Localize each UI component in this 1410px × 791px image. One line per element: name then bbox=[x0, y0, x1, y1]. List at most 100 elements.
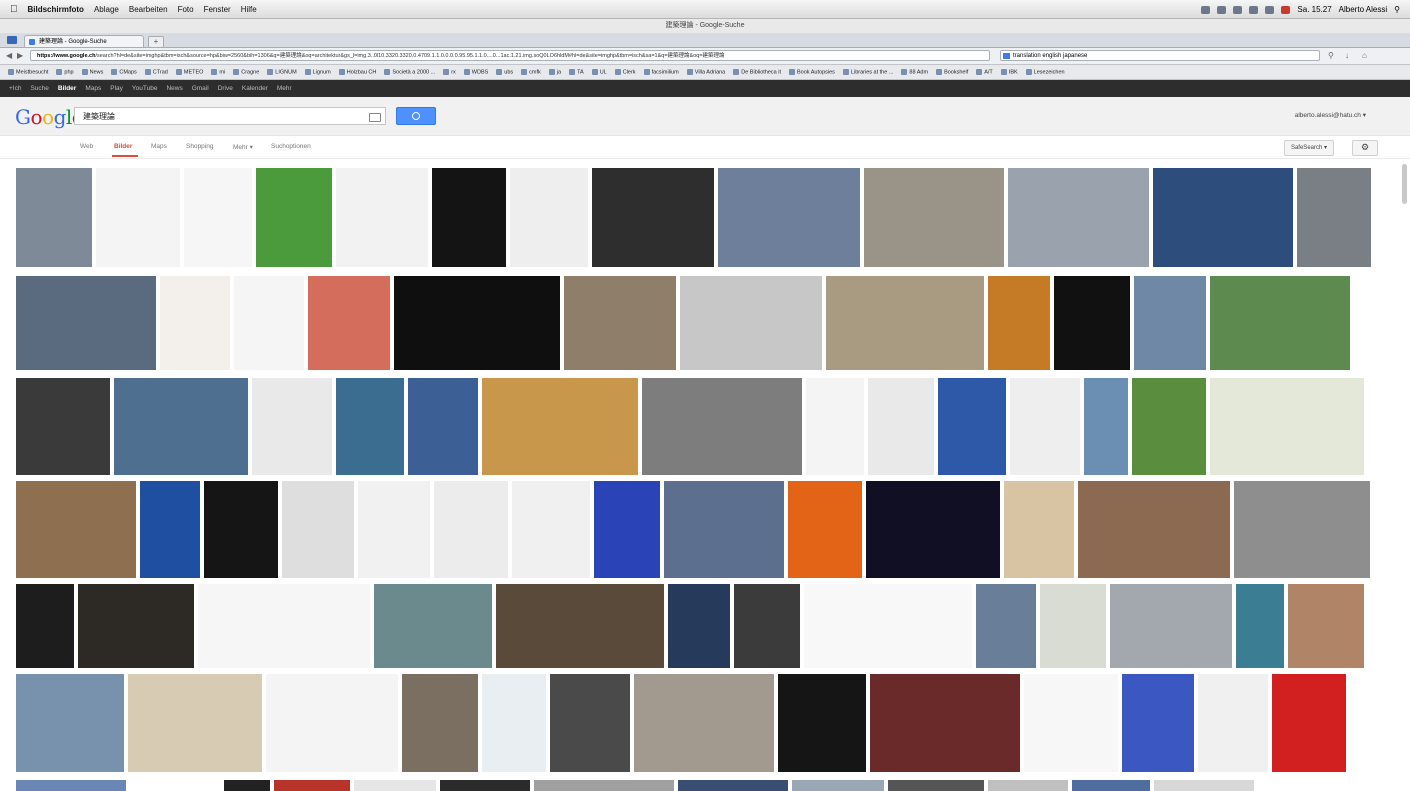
bookmark-item[interactable]: Meistbesucht bbox=[8, 68, 48, 75]
image-result[interactable] bbox=[234, 276, 304, 370]
image-result[interactable] bbox=[1288, 584, 1364, 668]
menu-item-hilfe[interactable]: Hilfe bbox=[241, 5, 257, 14]
gbar-item[interactable]: Maps bbox=[85, 85, 101, 92]
bookmark-item[interactable]: De Bibliotheca it bbox=[733, 68, 781, 75]
image-result[interactable] bbox=[16, 168, 92, 267]
tab-search-tools[interactable]: Suchoptionen bbox=[271, 143, 311, 150]
bookmark-item[interactable]: Lignum bbox=[304, 68, 331, 75]
gear-icon[interactable]: ⚙ bbox=[1352, 140, 1378, 156]
image-result[interactable] bbox=[160, 276, 230, 370]
gbar-item[interactable]: YouTube bbox=[132, 85, 158, 92]
browser-tab[interactable]: 建築理論 - Google-Suche bbox=[24, 35, 144, 47]
image-result[interactable] bbox=[16, 674, 124, 772]
image-result[interactable] bbox=[1024, 674, 1118, 772]
bookmark-item[interactable]: CTrad bbox=[144, 68, 168, 75]
keyboard-icon[interactable] bbox=[369, 113, 381, 122]
image-result[interactable] bbox=[1210, 276, 1350, 370]
image-result[interactable] bbox=[870, 674, 1020, 772]
menu-item-bearbeiten[interactable]: Bearbeiten bbox=[129, 5, 168, 14]
search-button[interactable] bbox=[396, 107, 436, 125]
image-result[interactable] bbox=[1234, 481, 1370, 578]
image-result[interactable] bbox=[778, 674, 866, 772]
bookmark-item[interactable]: mi bbox=[211, 68, 225, 75]
tab-shopping[interactable]: Shopping bbox=[186, 143, 213, 150]
image-result[interactable] bbox=[1297, 168, 1371, 267]
image-result[interactable] bbox=[806, 378, 864, 475]
tab-more[interactable]: Mehr ▾ bbox=[233, 143, 253, 151]
image-result[interactable] bbox=[938, 378, 1006, 475]
image-result[interactable] bbox=[1272, 674, 1346, 772]
bookmark-item[interactable]: rx bbox=[443, 68, 456, 75]
browser-search-field[interactable]: translation english japanese bbox=[1000, 50, 1320, 61]
image-result[interactable] bbox=[988, 276, 1050, 370]
bookmark-item[interactable]: TA bbox=[569, 68, 584, 75]
image-result[interactable] bbox=[864, 168, 1004, 267]
image-result[interactable] bbox=[564, 276, 676, 370]
tab-images[interactable]: Bilder bbox=[114, 143, 132, 150]
image-result[interactable] bbox=[274, 780, 350, 791]
apple-icon[interactable]:  bbox=[10, 4, 18, 15]
menubar-user[interactable]: Alberto Alessi bbox=[1339, 5, 1387, 14]
bookmark-item[interactable]: facsimilium bbox=[643, 68, 679, 75]
image-result[interactable] bbox=[1008, 168, 1149, 267]
image-result[interactable] bbox=[888, 780, 984, 791]
image-result[interactable] bbox=[1004, 481, 1074, 578]
image-result[interactable] bbox=[336, 378, 404, 475]
tray-icon[interactable] bbox=[1201, 5, 1211, 14]
image-result[interactable] bbox=[1110, 584, 1232, 668]
gbar-item[interactable]: Play bbox=[110, 85, 123, 92]
image-result[interactable] bbox=[976, 584, 1036, 668]
bookmark-item[interactable]: Villa Adriana bbox=[686, 68, 725, 75]
bookmark-item[interactable]: LIGNUM bbox=[267, 68, 297, 75]
image-result[interactable] bbox=[1134, 276, 1206, 370]
image-result[interactable] bbox=[224, 780, 270, 791]
image-result[interactable] bbox=[198, 584, 370, 668]
image-result[interactable] bbox=[788, 481, 862, 578]
image-result[interactable] bbox=[78, 584, 194, 668]
image-result[interactable] bbox=[402, 674, 478, 772]
bookmark-item[interactable]: Lesezeichen bbox=[1025, 68, 1065, 75]
download-icon[interactable]: ↓ bbox=[1345, 51, 1354, 60]
image-result[interactable] bbox=[16, 481, 136, 578]
image-result[interactable] bbox=[592, 168, 714, 267]
tray-icon[interactable] bbox=[1233, 5, 1243, 14]
image-result[interactable] bbox=[252, 378, 332, 475]
bookmark-item[interactable]: Cragne bbox=[233, 68, 259, 75]
search-input[interactable]: 建築理論 bbox=[74, 107, 386, 125]
image-result[interactable] bbox=[374, 584, 492, 668]
image-result[interactable] bbox=[16, 584, 74, 668]
image-result[interactable] bbox=[642, 378, 802, 475]
bookmark-item[interactable]: Clerk bbox=[614, 68, 636, 75]
image-result[interactable] bbox=[1122, 674, 1194, 772]
tab-web[interactable]: Web bbox=[80, 143, 93, 150]
image-result[interactable] bbox=[668, 584, 730, 668]
spotlight-icon[interactable]: ⚲ bbox=[1394, 5, 1400, 14]
image-result[interactable] bbox=[184, 168, 252, 267]
bookmark-item[interactable]: Bookshelf bbox=[936, 68, 968, 75]
image-result[interactable] bbox=[394, 276, 560, 370]
image-result[interactable] bbox=[1236, 584, 1284, 668]
image-result[interactable] bbox=[128, 674, 262, 772]
image-result[interactable] bbox=[1198, 674, 1268, 772]
image-result[interactable] bbox=[1010, 378, 1080, 475]
menu-item-ablage[interactable]: Ablage bbox=[94, 5, 119, 14]
image-result[interactable] bbox=[204, 481, 278, 578]
image-result[interactable] bbox=[440, 780, 530, 791]
image-result[interactable] bbox=[1153, 168, 1293, 267]
bookmark-item[interactable]: cmfk bbox=[521, 68, 541, 75]
image-result[interactable] bbox=[734, 584, 800, 668]
image-result[interactable] bbox=[718, 168, 860, 267]
clock[interactable]: Sa. 15.27 bbox=[1297, 5, 1331, 14]
home-icon[interactable]: ⌂ bbox=[1362, 51, 1371, 60]
image-result[interactable] bbox=[678, 780, 788, 791]
image-result[interactable] bbox=[496, 584, 664, 668]
image-result[interactable] bbox=[664, 481, 784, 578]
image-result[interactable] bbox=[16, 780, 126, 791]
image-result[interactable] bbox=[408, 378, 478, 475]
image-result[interactable] bbox=[510, 168, 588, 267]
image-result[interactable] bbox=[96, 168, 180, 267]
bookmark-item[interactable]: ja bbox=[548, 68, 561, 75]
bookmark-item[interactable]: A/T bbox=[976, 68, 993, 75]
gbar-item[interactable]: Drive bbox=[218, 85, 233, 92]
gbar-item[interactable]: Mehr bbox=[277, 85, 292, 92]
